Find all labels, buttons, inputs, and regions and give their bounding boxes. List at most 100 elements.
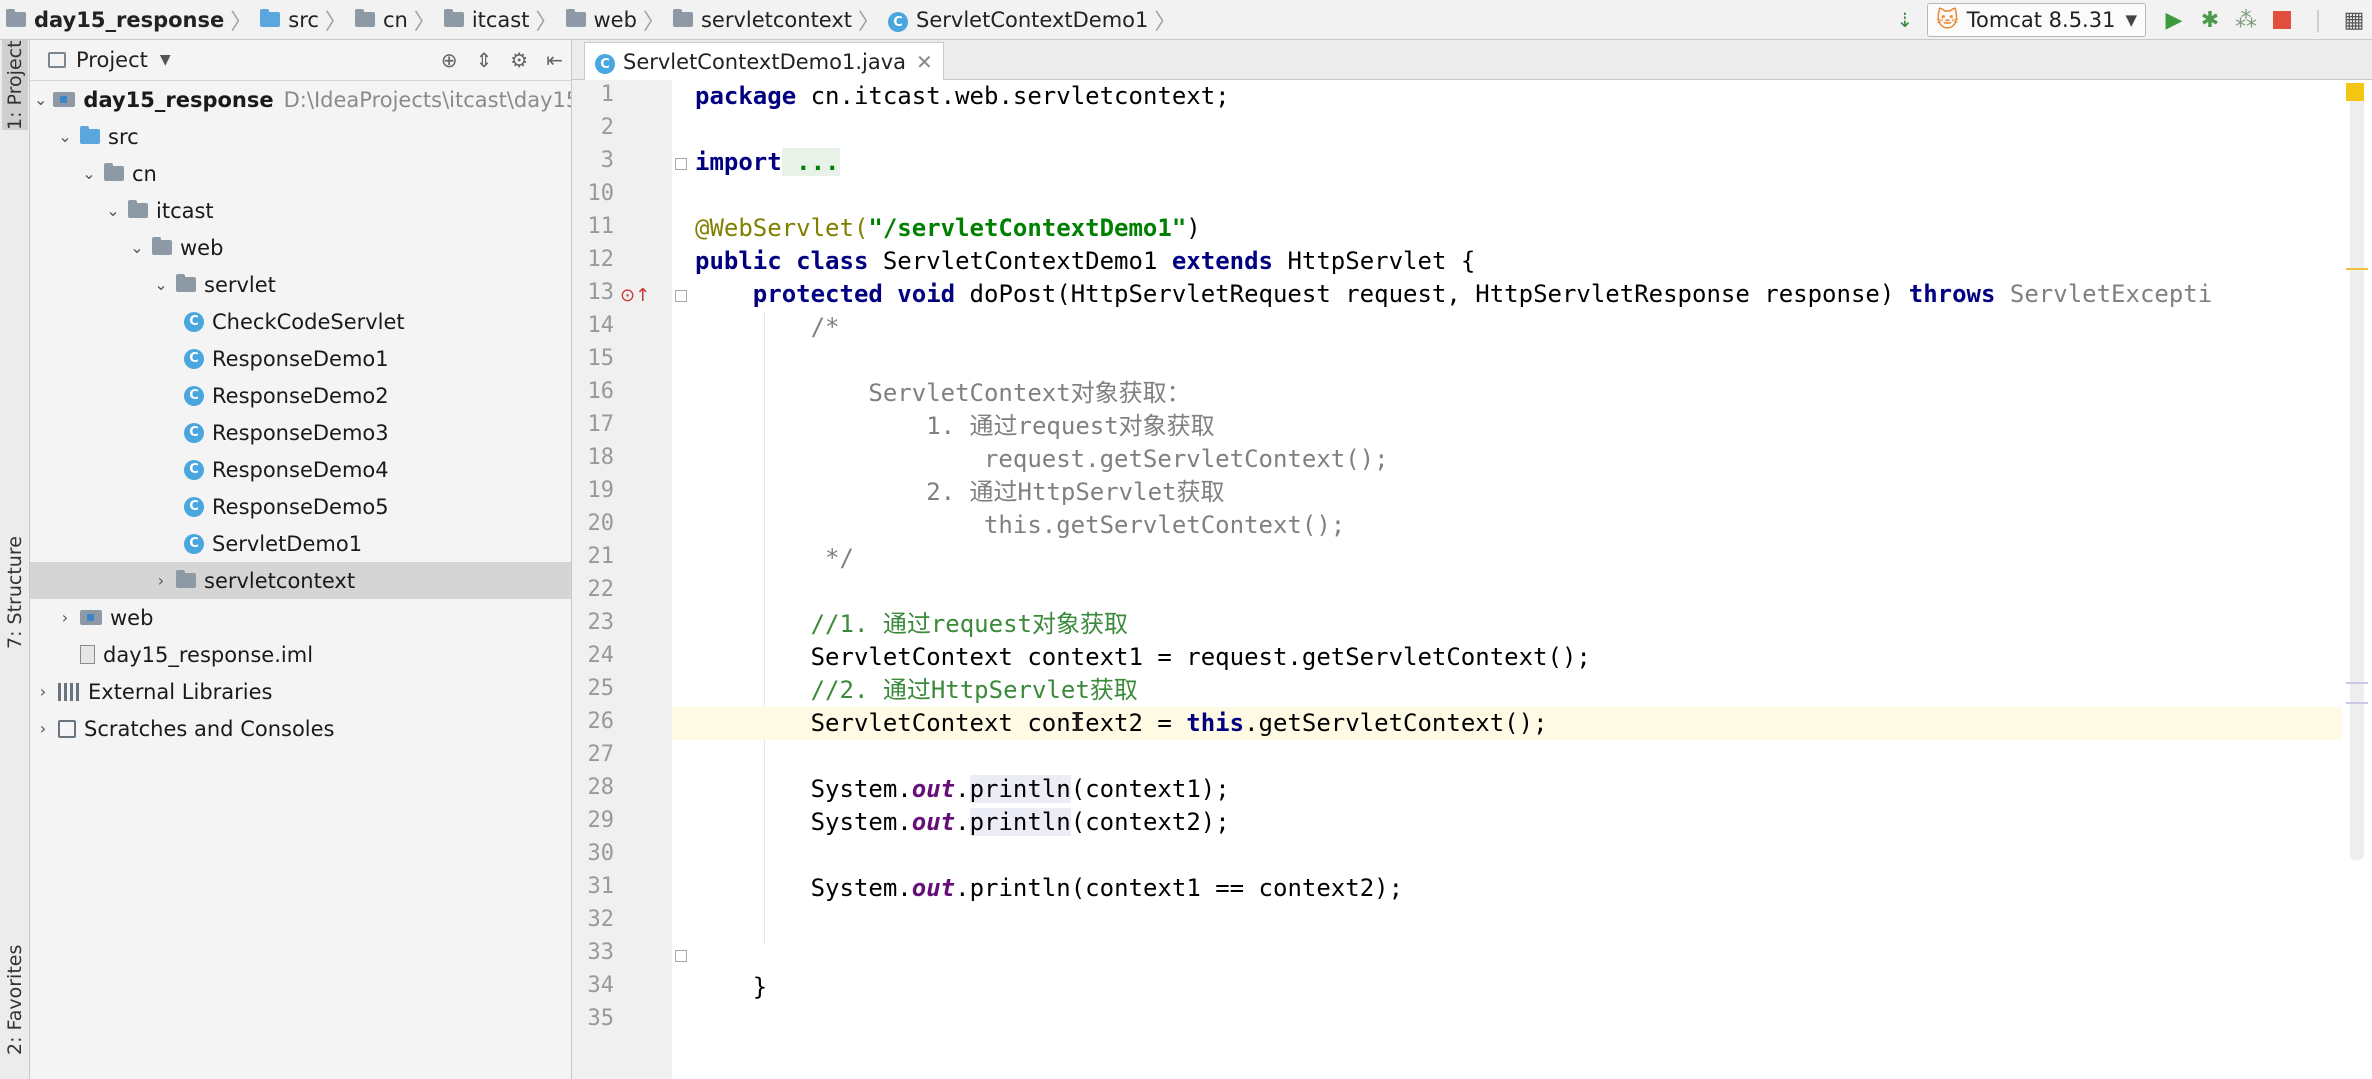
tree-item-web[interactable]: ⌄ web: [30, 229, 571, 266]
tree-item-src[interactable]: ⌄ src: [30, 118, 571, 155]
tab-favorites[interactable]: 2: Favorites: [2, 920, 28, 1079]
breadcrumb-item-itcast[interactable]: itcast 〉: [443, 0, 566, 40]
tree-item-class[interactable]: C ResponseDemo5: [30, 488, 571, 525]
chevron-down-icon[interactable]: ⌄: [34, 90, 47, 109]
chevron-right-icon[interactable]: ›: [34, 682, 52, 701]
run-icon[interactable]: ▶: [2156, 2, 2192, 38]
chevron-right-icon[interactable]: ›: [56, 608, 74, 627]
build-icon[interactable]: ⇣: [1887, 2, 1923, 38]
chevron-down-icon[interactable]: ⌄: [104, 201, 122, 220]
folded-imports[interactable]: ...: [781, 148, 840, 176]
tree-item-class[interactable]: C ResponseDemo1: [30, 340, 571, 377]
line-number: 18: [587, 445, 615, 470]
code-line: System.out.println(context1);: [695, 773, 1230, 806]
tree-item-iml[interactable]: day15_response.iml: [30, 636, 571, 673]
line-number: 10: [587, 181, 615, 206]
tree-item-cn[interactable]: ⌄ cn: [30, 155, 571, 192]
coverage-icon[interactable]: ⁂: [2228, 2, 2264, 38]
tree-item-web-root[interactable]: › web: [30, 599, 571, 636]
chevron-down-icon[interactable]: ▼: [160, 52, 171, 68]
project-view-selector[interactable]: Project: [76, 48, 148, 72]
code-keyword: this: [1186, 709, 1245, 737]
code-comment: ServletContext对象获取：: [695, 379, 1191, 407]
code-static-field: out: [911, 874, 956, 902]
breadcrumb-item-cn[interactable]: cn 〉: [354, 0, 444, 40]
scratches-icon: [58, 719, 76, 738]
breadcrumb-item-web[interactable]: web 〉: [565, 0, 673, 40]
error-stripe-mark[interactable]: [2346, 268, 2368, 270]
error-stripe-mark[interactable]: [2346, 702, 2368, 704]
tree-item-label: src: [108, 124, 139, 149]
divider: |: [2314, 7, 2322, 33]
chevron-down-icon[interactable]: ⌄: [80, 164, 98, 183]
code-area[interactable]: 1 2 3 10 11 12 13 14 15 16 17 18 19 20 2…: [572, 80, 2372, 1079]
chevron-down-icon[interactable]: ⌄: [152, 275, 170, 294]
tree-item-label: itcast: [156, 198, 214, 223]
code-text: .: [955, 874, 970, 902]
tree-item-module[interactable]: ⌄ day15_response D:\IdeaProjects\itcast\…: [30, 81, 572, 118]
error-stripe-mark[interactable]: [2346, 682, 2368, 684]
tree-item-class[interactable]: C ResponseDemo2: [30, 377, 571, 414]
tree-item-class[interactable]: C ResponseDemo4: [30, 451, 571, 488]
breadcrumb-item-servletcontext[interactable]: servletcontext 〉: [672, 0, 888, 40]
close-icon[interactable]: ✕: [916, 50, 933, 74]
fold-marker-icon[interactable]: [675, 290, 687, 302]
code-line: ServletContext context1 = request.getSer…: [695, 643, 1591, 671]
breadcrumb-item-module[interactable]: day15_response 〉: [6, 0, 260, 40]
chevron-right-icon[interactable]: ›: [152, 571, 170, 590]
tree-item-servletcontext[interactable]: › servletcontext: [30, 562, 571, 599]
line-number: 26: [587, 709, 615, 734]
hide-icon[interactable]: ⇤: [546, 48, 563, 72]
scrollbar-thumb[interactable]: [2350, 90, 2364, 860]
source-folder-icon: [80, 126, 100, 144]
code-line-comment: //2. 通过HttpServlet获取: [695, 676, 1138, 704]
folder-icon: [354, 8, 375, 32]
tree-item-class[interactable]: C ServletDemo1: [30, 525, 571, 562]
code-keyword: class: [781, 247, 869, 275]
chevron-down-icon[interactable]: ⌄: [56, 127, 74, 146]
code-text: .: [955, 775, 970, 803]
inspection-status-icon[interactable]: [2346, 83, 2364, 101]
fold-marker-icon[interactable]: [675, 950, 687, 962]
gear-icon[interactable]: ⚙: [510, 48, 528, 72]
code-line: System.out.println(context1 == context2)…: [695, 872, 1403, 905]
locate-icon[interactable]: ⊕: [441, 48, 458, 72]
tree-item-scratches[interactable]: › Scratches and Consoles: [30, 710, 571, 747]
tree-item-class[interactable]: C CheckCodeServlet: [30, 303, 571, 340]
chevron-right-icon[interactable]: ›: [34, 719, 52, 738]
breadcrumb-item-src[interactable]: src 〉: [260, 0, 355, 40]
code-text: System.: [695, 808, 912, 836]
vertical-scrollbar[interactable]: [2342, 80, 2372, 1079]
fold-marker-icon[interactable]: [675, 158, 687, 170]
chevron-right-icon: 〉: [642, 9, 665, 35]
stop-icon[interactable]: [2264, 2, 2300, 38]
breadcrumb-item-class[interactable]: C ServletContextDemo1 〉: [888, 0, 1184, 40]
tomcat-icon: 🐱: [1935, 7, 1959, 33]
tab-servletcontextdemo1[interactable]: C ServletContextDemo1.java ✕: [584, 42, 944, 80]
run-configuration-select[interactable]: 🐱 Tomcat 8.5.31 ▼: [1926, 3, 2146, 37]
tree-item-servlet[interactable]: ⌄ servlet: [30, 266, 571, 303]
code-text: .: [955, 808, 970, 836]
tree-item-label: web: [110, 605, 154, 630]
override-marker-icon[interactable]: ⊙↑: [620, 285, 650, 306]
tree-item-class[interactable]: C ResponseDemo3: [30, 414, 571, 451]
tab-project[interactable]: 1: Project: [2, 40, 28, 130]
class-icon: C: [888, 7, 909, 33]
debug-icon[interactable]: ✱: [2192, 2, 2228, 38]
tree-item-external-libraries[interactable]: › External Libraries: [30, 673, 571, 710]
line-number: 31: [587, 874, 615, 899]
code-keyword: extends: [1171, 247, 1273, 275]
navigation-bar: day15_response 〉 src 〉 cn 〉 itcast 〉 web…: [0, 0, 2372, 40]
tree-item-label: ResponseDemo1: [212, 346, 389, 371]
tree-item-path: D:\IdeaProjects\itcast\day15: [283, 87, 572, 112]
code-editor: C ServletContextDemo1.java ✕ 1 2 3 10 11…: [572, 40, 2372, 1079]
chevron-down-icon[interactable]: ⌄: [128, 238, 146, 257]
tab-structure[interactable]: 7: Structure: [2, 525, 28, 660]
tool-window-stripe: 1: Project 7: Structure 2: Favorites: [0, 40, 30, 1079]
chevron-right-icon: 〉: [413, 9, 436, 35]
code-string: "/servletContextDemo1": [868, 214, 1187, 242]
class-icon: C: [184, 385, 204, 406]
collapse-all-icon[interactable]: ⇕: [476, 48, 493, 72]
project-structure-icon[interactable]: ▦: [2336, 2, 2372, 38]
tree-item-itcast[interactable]: ⌄ itcast: [30, 192, 571, 229]
